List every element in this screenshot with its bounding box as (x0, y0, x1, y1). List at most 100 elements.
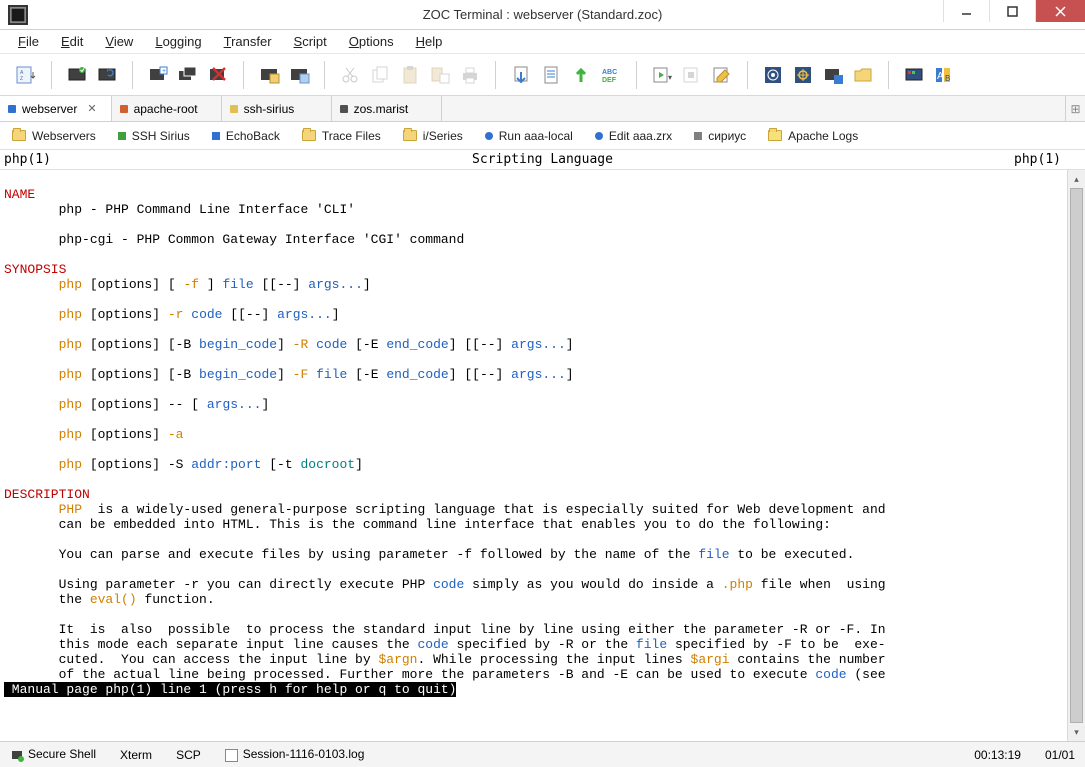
status-term: Xterm (120, 748, 152, 762)
tb-reconnect-icon[interactable] (93, 61, 121, 89)
close-button[interactable] (1035, 0, 1085, 22)
bm-label: Apache Logs (788, 129, 858, 143)
tb-options-icon[interactable] (759, 61, 787, 89)
termhead-center: Scripting Language (0, 152, 1085, 167)
tb-connect-icon[interactable] (63, 61, 91, 89)
svg-text:B: B (945, 74, 950, 83)
tb-cut-icon[interactable] (336, 61, 364, 89)
tab-zos-marist[interactable]: zos.marist (332, 96, 442, 121)
status-log[interactable]: Session-1116-0103.log (225, 747, 365, 761)
tb-print-icon[interactable] (456, 61, 484, 89)
scrollbar[interactable]: ▴ ▾ (1067, 170, 1085, 741)
status-proto: SCP (176, 748, 201, 762)
tb-clone-session-icon[interactable] (174, 61, 202, 89)
bm-echoback[interactable]: EchoBack (212, 129, 280, 143)
folder-icon (12, 130, 26, 141)
tab-label: ssh-sirius (244, 102, 295, 116)
terminal-wrap: NAME php - PHP Command Line Interface 'C… (0, 170, 1085, 741)
toolbar-divider (324, 61, 325, 89)
folder-icon (302, 130, 316, 141)
svg-text:+: + (162, 68, 166, 75)
menu-script[interactable]: Script (284, 31, 337, 52)
bm-edit-aaa-zrx[interactable]: Edit aaa.zrx (595, 129, 672, 143)
tb-profile-icon[interactable] (255, 61, 283, 89)
menu-bar: File Edit View Logging Transfer Script O… (0, 30, 1085, 54)
tb-close-session-icon[interactable] (204, 61, 232, 89)
tb-options2-icon[interactable] (789, 61, 817, 89)
scroll-down-icon[interactable]: ▾ (1068, 723, 1085, 741)
toolbar-divider (888, 61, 889, 89)
tab-ssh-sirius[interactable]: ssh-sirius (222, 96, 332, 121)
tb-profile2-icon[interactable] (285, 61, 313, 89)
app-icon (8, 5, 28, 25)
bm-trace-files[interactable]: Trace Files (302, 129, 381, 143)
bm-label: EchoBack (226, 129, 280, 143)
tb-paste-icon[interactable] (396, 61, 424, 89)
menu-edit[interactable]: Edit (51, 31, 93, 52)
svg-text:A: A (937, 71, 944, 82)
status-conn: Secure Shell (10, 747, 96, 762)
bm-run-aaa-local[interactable]: Run aaa-local (485, 129, 573, 143)
terminal[interactable]: NAME php - PHP Command Line Interface 'C… (0, 170, 1067, 741)
bm-label: Edit aaa.zrx (609, 129, 672, 143)
toolbar-divider (636, 61, 637, 89)
bm-label: Trace Files (322, 129, 381, 143)
toolbar-divider (495, 61, 496, 89)
tb-paste-into-icon[interactable] (426, 61, 454, 89)
tb-download-icon[interactable] (507, 61, 535, 89)
tab-overflow-icon[interactable]: ⊞ (1065, 96, 1085, 121)
tb-ascii-icon[interactable]: ABCDEF (597, 61, 625, 89)
bm-label: i/Series (423, 129, 463, 143)
bm-apache-logs[interactable]: Apache Logs (768, 129, 858, 143)
scroll-up-icon[interactable]: ▴ (1068, 170, 1085, 188)
tab-close-icon[interactable]: ✕ (87, 102, 96, 115)
minimize-button[interactable] (943, 0, 989, 22)
svg-text:Z: Z (20, 76, 23, 82)
secure-shell-icon (10, 748, 24, 762)
svg-text:ABC: ABC (602, 69, 617, 76)
scroll-thumb[interactable] (1070, 188, 1083, 723)
maximize-button[interactable] (989, 0, 1035, 22)
tb-new-session-icon[interactable]: + (144, 61, 172, 89)
tab-webserver[interactable]: webserver ✕ (0, 96, 112, 121)
menu-options[interactable]: Options (339, 31, 404, 52)
tb-document-icon[interactable] (537, 61, 565, 89)
bm-label: Webservers (32, 129, 96, 143)
tb-colorterm-icon[interactable] (900, 61, 928, 89)
menu-file[interactable]: File (8, 31, 49, 52)
pager-prompt: Manual page php(1) line 1 (press h for h… (4, 682, 456, 697)
tb-font-icon[interactable]: AB (930, 61, 958, 89)
menu-view[interactable]: View (95, 31, 143, 52)
menu-logging[interactable]: Logging (145, 31, 211, 52)
tb-hostdir-icon[interactable]: AZ (12, 61, 40, 89)
tb-edit-script-icon[interactable] (708, 61, 736, 89)
dot-icon (485, 132, 493, 140)
bm-label: Run aaa-local (499, 129, 573, 143)
tb-copy-icon[interactable] (366, 61, 394, 89)
termhead-right: php(1) (1014, 152, 1061, 167)
bm-webservers[interactable]: Webservers (12, 129, 96, 143)
menu-help[interactable]: Help (406, 31, 453, 52)
bm-label: SSH Sirius (132, 129, 190, 143)
tabs-spacer (442, 96, 1065, 121)
tb-folder-icon[interactable] (849, 61, 877, 89)
tb-stop-script-icon[interactable] (678, 61, 706, 89)
tab-color-icon (8, 105, 16, 113)
log-checkbox[interactable] (225, 749, 238, 762)
bm-sirius-ru[interactable]: сириус (694, 129, 746, 143)
toolbar-divider (51, 61, 52, 89)
bm-iseries[interactable]: i/Series (403, 129, 463, 143)
tab-color-icon (120, 105, 128, 113)
tab-label: apache-root (134, 102, 198, 116)
tb-capture-icon[interactable] (819, 61, 847, 89)
tb-run-script-icon[interactable]: ▾ (648, 61, 676, 89)
tb-upload-icon[interactable] (567, 61, 595, 89)
title-bar: ZOC Terminal : webserver (Standard.zoc) (0, 0, 1085, 30)
dot-icon (595, 132, 603, 140)
svg-text:▾: ▾ (668, 73, 672, 82)
bm-ssh-sirius[interactable]: SSH Sirius (118, 129, 190, 143)
tab-apache-root[interactable]: apache-root (112, 96, 222, 121)
status-bar: Secure Shell Xterm SCP Session-1116-0103… (0, 741, 1085, 767)
svg-text:DEF: DEF (602, 77, 617, 84)
menu-transfer[interactable]: Transfer (214, 31, 282, 52)
